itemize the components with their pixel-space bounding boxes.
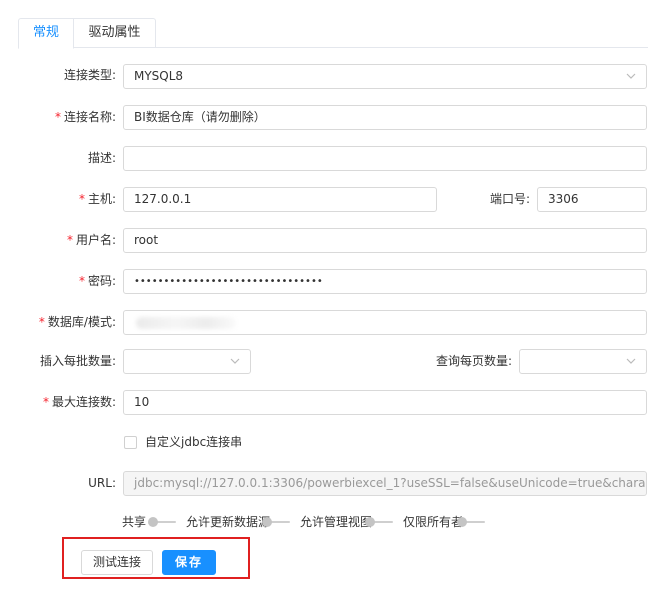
chevron-down-icon: [626, 350, 636, 373]
allow-manage-view-label: 允许管理视图: [300, 515, 373, 529]
redacted-value: [136, 317, 236, 329]
username-label-text: 用户名:: [75, 233, 116, 247]
url-label-text: URL:: [88, 476, 116, 490]
max-conn-value: 10: [134, 395, 150, 409]
max-conn-label-text: 最大连接数:: [51, 395, 116, 409]
port-label-text: 端口号:: [489, 192, 530, 206]
conn-name-label: * 连接名称:: [20, 105, 116, 129]
username-value: root: [134, 233, 159, 247]
max-conn-input[interactable]: 10: [123, 390, 647, 415]
password-label: * 密码:: [40, 269, 116, 293]
owner-only-label: 仅限所有者: [403, 515, 464, 529]
allow-update-label: 允许更新数据源: [186, 515, 271, 529]
tab-driver-properties[interactable]: 驱动属性: [74, 18, 156, 48]
url-value: jdbc:mysql://127.0.0.1:3306/powerbiexcel…: [134, 476, 646, 490]
conn-name-label-text: 连接名称:: [63, 110, 116, 124]
database-label-text: 数据库/模式:: [47, 315, 116, 329]
url-label: URL:: [40, 471, 116, 495]
tab-bar: 常规 驱动属性: [18, 18, 648, 49]
database-label: * 数据库/模式:: [20, 310, 116, 334]
chevron-down-icon: [626, 65, 636, 88]
share-label: 共享: [122, 515, 147, 529]
conn-type-value: MYSQL8: [134, 69, 184, 83]
custom-jdbc-label: 自定义jdbc连接串: [145, 435, 243, 449]
description-input[interactable]: [123, 146, 647, 171]
conn-type-label-text: 连接类型:: [63, 68, 116, 82]
host-label-text: 主机:: [87, 192, 116, 206]
required-mark: *: [66, 233, 73, 247]
conn-name-input[interactable]: BI数据仓库（请勿删除）: [123, 105, 647, 130]
required-mark: *: [78, 274, 85, 288]
required-mark: *: [78, 192, 85, 206]
save-button[interactable]: 保存: [162, 550, 216, 575]
conn-type-label: 连接类型:: [40, 63, 116, 87]
username-input[interactable]: root: [123, 228, 647, 253]
switch-knob: [262, 517, 272, 527]
test-connection-button[interactable]: 测试连接: [81, 550, 153, 575]
chevron-down-icon: [230, 350, 240, 373]
database-input[interactable]: [123, 310, 647, 335]
query-page-label: 查询每页数量:: [420, 349, 512, 373]
required-mark: *: [38, 315, 45, 329]
password-value: ••••••••••••••••••••••••••••••••: [134, 276, 323, 287]
password-input[interactable]: ••••••••••••••••••••••••••••••••: [123, 269, 647, 294]
tab-general[interactable]: 常规: [18, 18, 74, 49]
description-label: 描述:: [40, 146, 116, 170]
host-input[interactable]: 127.0.0.1: [123, 187, 437, 212]
port-value: 3306: [548, 192, 579, 206]
switch-knob: [148, 517, 158, 527]
host-label: * 主机:: [40, 187, 116, 211]
owner-only-switch[interactable]: [457, 517, 485, 527]
host-value: 127.0.0.1: [134, 192, 192, 206]
insert-batch-select[interactable]: [123, 349, 251, 374]
custom-jdbc-checkbox[interactable]: [124, 436, 137, 449]
allow-update-switch[interactable]: [262, 517, 290, 527]
insert-batch-label-text: 插入每批数量:: [39, 354, 116, 368]
password-label-text: 密码:: [87, 274, 116, 288]
switch-knob: [457, 517, 467, 527]
share-switch[interactable]: [148, 517, 176, 527]
max-conn-label: * 最大连接数:: [20, 390, 116, 414]
required-mark: *: [54, 110, 61, 124]
allow-manage-view-switch[interactable]: [365, 517, 393, 527]
conn-type-select[interactable]: MYSQL8: [123, 64, 647, 89]
port-input[interactable]: 3306: [537, 187, 647, 212]
conn-name-value: BI数据仓库（请勿删除）: [134, 110, 266, 124]
username-label: * 用户名:: [40, 228, 116, 252]
query-page-select[interactable]: [519, 349, 647, 374]
required-mark: *: [42, 395, 49, 409]
switch-knob: [365, 517, 375, 527]
url-input[interactable]: jdbc:mysql://127.0.0.1:3306/powerbiexcel…: [123, 471, 647, 496]
query-page-label-text: 查询每页数量:: [435, 354, 512, 368]
description-label-text: 描述:: [87, 151, 116, 165]
port-label: 端口号:: [470, 187, 530, 211]
insert-batch-label: 插入每批数量:: [20, 349, 116, 373]
